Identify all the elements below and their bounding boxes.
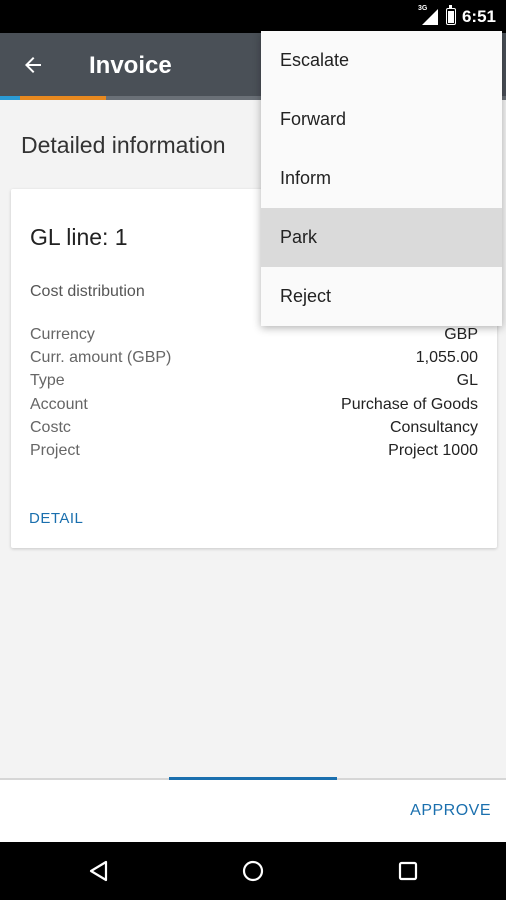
detail-row-amount: Curr. amount (GBP) 1,055.00 xyxy=(30,346,478,369)
row-label: Account xyxy=(30,395,88,413)
nav-recents-button[interactable] xyxy=(393,856,423,886)
row-value: 1,055.00 xyxy=(415,349,478,367)
battery-level xyxy=(447,11,454,23)
row-value: Purchase of Goods xyxy=(341,395,478,413)
row-value: Consultancy xyxy=(389,418,478,436)
menu-item-inform[interactable]: Inform xyxy=(261,149,502,208)
recents-square-icon xyxy=(398,861,418,881)
section-title: Detailed information xyxy=(21,132,226,158)
cost-distribution-label: Cost distribution xyxy=(30,283,145,300)
home-circle-icon xyxy=(242,860,264,882)
nav-back-button[interactable] xyxy=(84,856,114,886)
detail-row-costc: Costc Consultancy xyxy=(30,416,478,439)
cost-details: Currency GBP Curr. amount (GBP) 1,055.00… xyxy=(30,323,478,462)
menu-item-reject[interactable]: Reject xyxy=(261,267,502,326)
row-label: Costc xyxy=(30,418,71,436)
menu-item-forward[interactable]: Forward xyxy=(261,90,502,149)
detail-button[interactable]: DETAIL xyxy=(29,510,83,527)
back-triangle-icon xyxy=(89,860,108,882)
detail-row-project: Project Project 1000 xyxy=(30,439,478,462)
row-label: Curr. amount (GBP) xyxy=(30,349,172,367)
bottom-action-bar: APPROVE xyxy=(0,780,506,842)
clock: 6:51 xyxy=(461,6,496,26)
back-button[interactable] xyxy=(18,50,48,80)
row-label: Project xyxy=(30,441,80,459)
row-label: Currency xyxy=(30,326,95,343)
approve-button[interactable]: APPROVE xyxy=(410,802,491,820)
page-title: Invoice xyxy=(89,52,172,79)
row-value: GL xyxy=(456,372,478,390)
detail-row-type: Type GL xyxy=(30,369,478,392)
accent-blue-segment xyxy=(0,96,20,100)
signal-icon: 3G xyxy=(418,5,440,26)
row-value: Project 1000 xyxy=(388,441,478,459)
detail-row-currency: Currency GBP xyxy=(30,323,478,346)
arrow-left-icon xyxy=(25,57,41,73)
menu-item-park[interactable]: Park xyxy=(261,208,502,267)
card-title: GL line: 1 xyxy=(30,224,128,250)
status-bar: 3G 6:51 xyxy=(0,0,506,33)
menu-item-escalate[interactable]: Escalate xyxy=(261,31,502,90)
row-label: Type xyxy=(30,372,65,390)
status-icons: 3G 6:51 xyxy=(418,0,496,33)
nav-home-button[interactable] xyxy=(238,856,268,886)
row-value: GBP xyxy=(444,326,478,343)
overflow-menu: Escalate Forward Inform Park Reject xyxy=(261,31,502,326)
battery-icon xyxy=(445,5,456,25)
detail-row-account: Account Purchase of Goods xyxy=(30,393,478,416)
system-nav-bar xyxy=(0,842,506,900)
accent-orange-segment xyxy=(20,96,106,100)
